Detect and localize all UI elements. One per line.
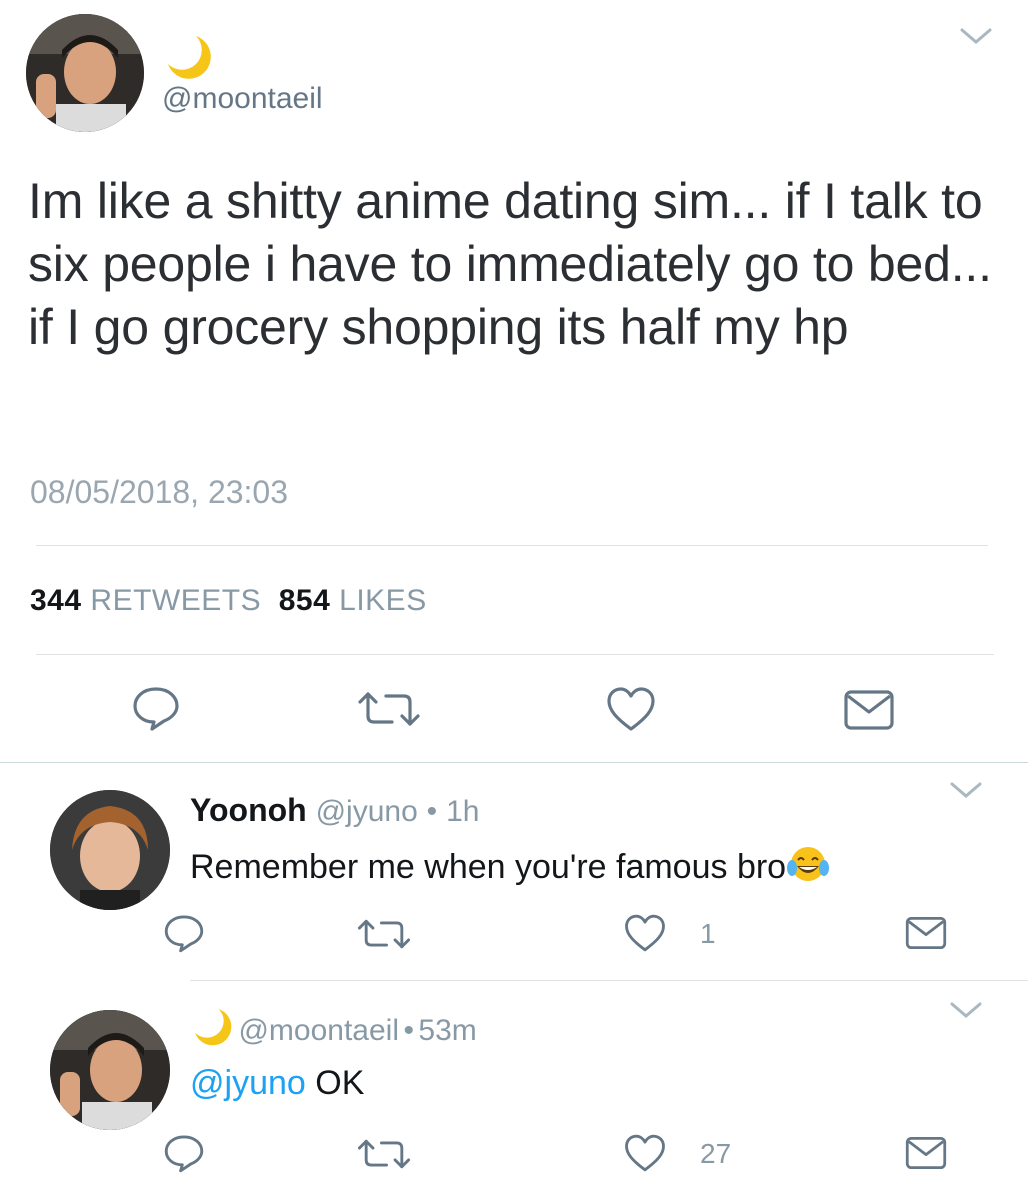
author-name-moon-icon xyxy=(162,30,214,87)
author-avatar[interactable] xyxy=(26,14,144,132)
reply-author-name[interactable]: Yoonoh xyxy=(190,792,307,828)
reply-icon[interactable] xyxy=(130,684,182,732)
reply-avatar[interactable] xyxy=(50,790,170,910)
tweet-timestamp: 08/05/2018, 23:03 xyxy=(30,474,289,510)
envelope-icon[interactable] xyxy=(904,1134,948,1172)
like-count: 27 xyxy=(700,1138,732,1169)
reply-icon[interactable] xyxy=(162,1132,206,1174)
heart-icon[interactable] xyxy=(622,1132,668,1174)
retweet-icon[interactable] xyxy=(356,688,422,730)
chevron-down-icon[interactable] xyxy=(948,998,984,1022)
reply-header: Yoonoh @jyuno • 1h xyxy=(190,792,479,829)
mention-link[interactable]: @jyuno xyxy=(190,1064,306,1102)
reply-author-handle[interactable]: @moontaeil xyxy=(238,1014,399,1047)
reply-time[interactable]: 53m xyxy=(418,1014,476,1047)
engagement-stats: 344 RETWEETS 854 LIKES xyxy=(30,584,427,618)
author-name-moon-icon xyxy=(190,1004,234,1053)
divider xyxy=(36,654,994,655)
author-handle[interactable]: @moontaeil xyxy=(162,82,323,116)
divider xyxy=(36,545,988,546)
reply-text: @jyuno OK xyxy=(190,1064,364,1103)
like-count: 1 xyxy=(700,918,716,949)
reply-time[interactable]: 1h xyxy=(446,795,479,828)
reply-icon[interactable] xyxy=(162,912,206,954)
reply-avatar[interactable] xyxy=(50,1010,170,1130)
reply-author-handle[interactable]: @jyuno xyxy=(316,795,418,828)
reply-text-content: OK xyxy=(315,1064,365,1102)
chevron-down-icon[interactable] xyxy=(958,24,994,48)
retweet-label[interactable]: RETWEETS xyxy=(90,584,261,617)
heart-icon[interactable] xyxy=(622,912,668,954)
divider xyxy=(190,980,1028,981)
like-count[interactable]: 854 xyxy=(279,584,331,617)
like-label[interactable]: LIKES xyxy=(339,584,427,617)
envelope-icon[interactable] xyxy=(842,688,896,732)
heart-icon[interactable] xyxy=(604,684,658,734)
reply-header: @moontaeil • 53m xyxy=(190,1004,477,1053)
dot-separator: • xyxy=(403,1014,414,1047)
tweet-text: Im like a shitty anime dating sim... if … xyxy=(28,173,992,355)
chevron-down-icon[interactable] xyxy=(948,778,984,802)
retweet-icon[interactable] xyxy=(356,916,412,952)
reply-text: Remember me when you're famous bro xyxy=(190,844,830,893)
retweet-icon[interactable] xyxy=(356,1136,412,1172)
dot-separator: • xyxy=(426,795,438,828)
tears-of-joy-emoji-icon xyxy=(786,844,830,893)
reply-text-content: Remember me when you're famous bro xyxy=(190,848,787,886)
envelope-icon[interactable] xyxy=(904,914,948,952)
retweet-count[interactable]: 344 xyxy=(30,584,82,617)
divider xyxy=(0,762,1028,763)
